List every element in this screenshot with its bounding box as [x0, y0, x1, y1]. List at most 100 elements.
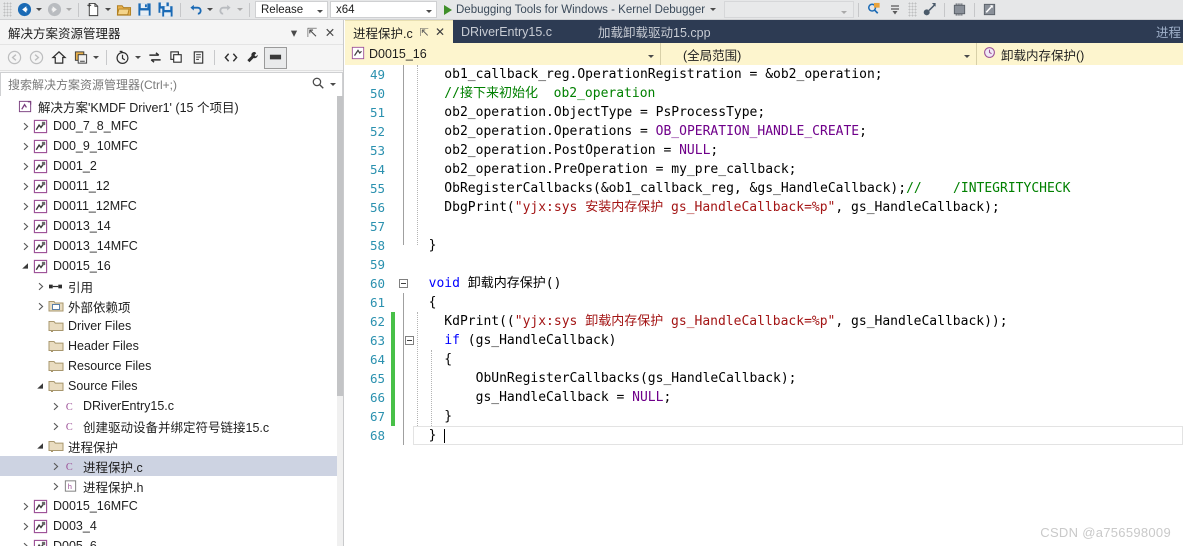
editor-tab[interactable]: 进程保护.c ⇱ ✕	[345, 20, 454, 43]
save-icon[interactable]	[134, 1, 155, 18]
code-line[interactable]: {	[413, 293, 437, 312]
chevron-down-icon[interactable]	[34, 376, 47, 396]
start-debugging-button[interactable]: Debugging Tools for Windows - Kernel Deb…	[444, 4, 718, 16]
open-file-icon[interactable]	[113, 1, 134, 18]
sync-dropdown-icon[interactable]	[93, 56, 99, 59]
tab-pin-icon[interactable]: ⇱	[420, 26, 429, 39]
chevron-right-icon[interactable]	[49, 476, 62, 496]
chevron-right-icon[interactable]	[19, 116, 32, 136]
tree-item[interactable]: Source Files	[0, 376, 337, 396]
code-line[interactable]: gs_HandleCallback = NULL;	[413, 388, 672, 407]
toolbar-grip[interactable]	[908, 2, 918, 17]
process-combo[interactable]	[724, 1, 855, 18]
chevron-right-icon[interactable]	[19, 536, 32, 546]
code-line[interactable]: ob2_operation.Operations = OB_OPERATION_…	[413, 122, 867, 141]
code-line[interactable]: ob1_callback_reg.OperationRegistration =…	[413, 65, 882, 84]
panel-menu-dropdown-button[interactable]: ▾	[285, 23, 303, 41]
tree-item[interactable]: Driver Files	[0, 316, 337, 336]
pending-changes-icon[interactable]	[112, 48, 133, 68]
search-options-dropdown-icon[interactable]	[330, 83, 336, 86]
code-line[interactable]: DbgPrint("yjx:sys 安装内存保护 gs_HandleCallba…	[413, 198, 999, 217]
code-view-icon[interactable]	[220, 48, 241, 68]
tab-close-icon[interactable]: ✕	[435, 25, 445, 39]
search-icon[interactable]	[311, 76, 325, 93]
code-line[interactable]: //接下来初始化 ob2_operation	[413, 84, 655, 103]
chevron-right-icon[interactable]	[34, 296, 47, 316]
code-line[interactable]: ObUnRegisterCallbacks(gs_HandleCallback)…	[413, 369, 797, 388]
properties-icon[interactable]	[242, 48, 263, 68]
breakpoints-icon[interactable]	[919, 1, 940, 18]
chevron-right-icon[interactable]	[19, 236, 32, 256]
chevron-down-icon[interactable]	[710, 8, 717, 11]
chevron-right-icon[interactable]	[49, 416, 62, 436]
code-editor[interactable]: 49 50 51 52 53 54 55 56 57 58 59 60 61 62 63 64 65 66 67 68…	[345, 65, 1183, 546]
panel-close-button[interactable]: ✕	[321, 23, 339, 41]
navigate-back-icon[interactable]	[14, 1, 35, 18]
disassembly-icon[interactable]	[979, 1, 1000, 18]
tree-item[interactable]: C 进程保护.c	[0, 456, 337, 476]
tree-item[interactable]: 解决方案'KMDF Driver1' (15 个项目)	[0, 96, 337, 116]
tree-item[interactable]: Resource Files	[0, 356, 337, 376]
code-line[interactable]: void 卸载内存保护()	[413, 274, 562, 293]
solution-tree[interactable]: 解决方案'KMDF Driver1' (15 个项目) D00_7_8_MFC D0…	[0, 96, 337, 546]
save-all-icon[interactable]	[155, 1, 176, 18]
tree-item[interactable]: Header Files	[0, 336, 337, 356]
code-line[interactable]: ob2_operation.ObjectType = PsProcessType…	[413, 103, 765, 122]
tree-item[interactable]: D0013_14MFC	[0, 236, 337, 256]
home-icon[interactable]	[48, 48, 69, 68]
chevron-down-icon[interactable]	[34, 436, 47, 456]
panel-pin-button[interactable]: ⇱	[303, 23, 321, 41]
refresh-icon[interactable]	[144, 48, 165, 68]
code-line[interactable]: ob2_operation.PostOperation = NULL;	[413, 141, 718, 160]
code-line[interactable]: ob2_operation.PreOperation = my_pre_call…	[413, 160, 796, 179]
code-line[interactable]: ObRegisterCallbacks(&ob1_callback_reg, &…	[413, 179, 1070, 198]
code-line[interactable]: }	[413, 426, 437, 445]
chevron-right-icon[interactable]	[19, 496, 32, 516]
collapse-toggle-line-60[interactable]	[399, 279, 408, 288]
solution-explorer-scrollbar[interactable]	[337, 96, 343, 546]
tree-item[interactable]: D0011_12MFC	[0, 196, 337, 216]
solution-platform-combo[interactable]: x64	[330, 1, 437, 18]
navbar-scope-combo[interactable]: (全局范围)	[661, 43, 977, 65]
collapse-all-icon[interactable]	[166, 48, 187, 68]
chevron-right-icon[interactable]	[34, 276, 47, 296]
tree-item[interactable]: D003_4	[0, 516, 337, 536]
chevron-down-icon[interactable]	[955, 47, 972, 61]
chevron-right-icon[interactable]	[19, 216, 32, 236]
editor-tab-overflow[interactable]: 进程	[1148, 20, 1183, 43]
new-item-dropdown-icon[interactable]	[105, 8, 111, 11]
tree-item[interactable]: C 创建驱动设备并绑定符号链接15.c	[0, 416, 337, 436]
tree-item[interactable]: D0011_12	[0, 176, 337, 196]
navbar-project-combo[interactable]: D0015_16	[345, 43, 661, 65]
tree-item[interactable]: D00_7_8_MFC	[0, 116, 337, 136]
undo-icon[interactable]	[185, 1, 206, 18]
tree-item[interactable]: 进程保护	[0, 436, 337, 456]
memory-window-icon[interactable]	[949, 1, 970, 18]
new-item-icon[interactable]	[83, 1, 104, 18]
code-line[interactable]: }	[413, 236, 437, 255]
chevron-right-icon[interactable]	[49, 456, 62, 476]
chevron-right-icon[interactable]	[19, 196, 32, 216]
outlining-column[interactable]	[399, 65, 414, 546]
attach-to-process-icon[interactable]	[863, 1, 884, 18]
tree-item[interactable]: 外部依赖项	[0, 296, 337, 316]
tree-item[interactable]: D001_2	[0, 156, 337, 176]
show-all-files-icon[interactable]	[188, 48, 209, 68]
chevron-right-icon[interactable]	[19, 156, 32, 176]
sync-with-active-document-icon[interactable]	[70, 48, 91, 68]
code-line[interactable]: if (gs_HandleCallback)	[413, 331, 616, 350]
pending-changes-dropdown-icon[interactable]	[135, 56, 141, 59]
undo-dropdown-icon[interactable]	[207, 8, 213, 11]
tree-item[interactable]: D00_9_10MFC	[0, 136, 337, 156]
chevron-right-icon[interactable]	[19, 136, 32, 156]
code-line[interactable]: KdPrint(("yjx:sys 卸载内存保护 gs_HandleCallba…	[413, 312, 1007, 331]
editor-tab[interactable]: 加载卸载驱动15.cpp	[590, 20, 719, 43]
chevron-right-icon[interactable]	[49, 396, 62, 416]
code-line[interactable]: }	[413, 407, 452, 426]
navbar-member-combo[interactable]: 卸载内存保护()	[977, 43, 1183, 65]
tree-item[interactable]: C DRiverEntry15.c	[0, 396, 337, 416]
navigate-back-dropdown-icon[interactable]	[36, 8, 42, 11]
editor-tab[interactable]: DRiverEntry15.c	[453, 20, 560, 43]
chevron-down-icon[interactable]	[19, 256, 32, 276]
scrollbar-thumb[interactable]	[337, 96, 343, 396]
